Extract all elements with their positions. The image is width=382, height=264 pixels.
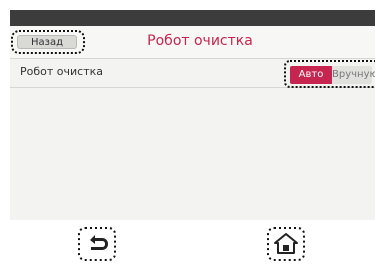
- home-nav-button[interactable]: [267, 227, 305, 261]
- home-icon: [267, 227, 305, 261]
- page-title: Робот очистка: [147, 33, 253, 49]
- manual-option[interactable]: Вручную: [332, 66, 375, 84]
- back-button[interactable]: Назад: [17, 35, 77, 49]
- auto-option[interactable]: Авто: [290, 66, 332, 84]
- title-bar: Назад Робот очистка: [10, 26, 375, 58]
- setting-label: Робот очистка: [20, 65, 103, 78]
- setting-row: Робот очистка Авто Вручную: [10, 58, 375, 88]
- mode-toggle-highlight: Авто Вручную: [284, 60, 375, 88]
- device-screen: Назад Робот очистка Робот очистка Авто В…: [10, 10, 375, 220]
- back-arrow-icon: [78, 227, 116, 261]
- status-bar: [10, 10, 375, 26]
- back-nav-button[interactable]: [78, 227, 116, 261]
- back-button-highlight: Назад: [11, 30, 85, 54]
